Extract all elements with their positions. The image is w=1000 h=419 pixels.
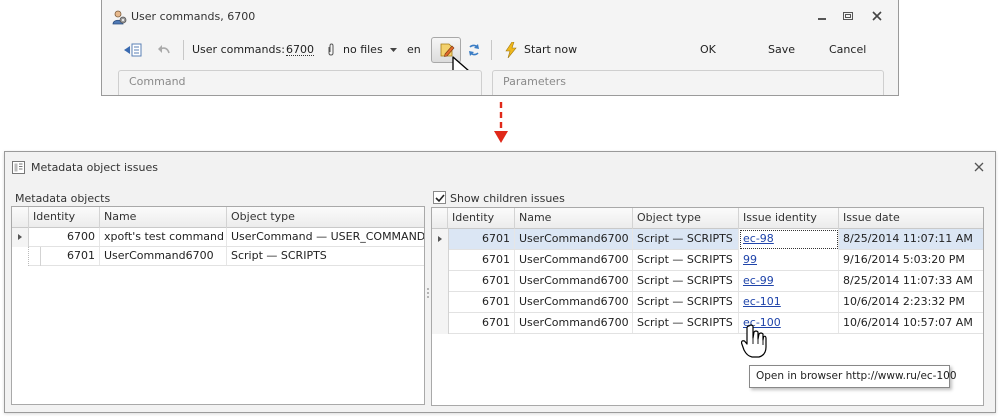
- current-row-icon: [18, 234, 22, 240]
- table-row[interactable]: 6701 UserCommand6700 Script — SCRIPTS ec…: [432, 313, 983, 334]
- show-children-checkbox[interactable]: [433, 191, 446, 204]
- transition-arrow-icon: [494, 102, 508, 143]
- row-indicator: [12, 228, 29, 247]
- issues-window-icon: [12, 161, 25, 174]
- column-header-issue-date[interactable]: Issue date: [839, 208, 959, 229]
- cell-object-type: Script — SCRIPTS: [633, 229, 739, 249]
- issue-link[interactable]: 99: [743, 253, 757, 266]
- cell-identity: 6701: [448, 250, 515, 270]
- parameters-group: Parameters: [492, 70, 884, 95]
- cell-identity: 6701: [448, 313, 515, 333]
- lightning-icon[interactable]: [504, 42, 518, 58]
- cell-issue-identity: ec-98: [739, 229, 839, 250]
- undo-icon[interactable]: [157, 43, 171, 57]
- hand-pointer-icon: [741, 324, 767, 358]
- form-groups: Command Parameters: [118, 70, 884, 95]
- refresh-icon[interactable]: [467, 43, 481, 57]
- cell-issue-date: 10/6/2014 10:57:07 AM: [843, 316, 973, 329]
- maximize-icon[interactable]: [841, 9, 855, 23]
- user-command-icon: [112, 10, 127, 25]
- cell-issue-identity: 99: [739, 250, 839, 270]
- user-commands-label: User commands:: [192, 43, 285, 56]
- language-selector[interactable]: en: [407, 36, 421, 64]
- cell-name: UserCommand6700: [515, 271, 633, 291]
- cell-object-type: Script — SCRIPTS: [633, 292, 739, 312]
- issue-link[interactable]: ec-99: [743, 274, 774, 287]
- cell-name: UserCommand6700: [515, 292, 633, 312]
- cell-name: UserCommand6700: [515, 229, 633, 249]
- column-header-identity[interactable]: Identity: [448, 208, 515, 229]
- table-row[interactable]: 6701 UserCommand6700 Script — SCRIPTS ec…: [432, 271, 983, 292]
- command-id-value[interactable]: 6700: [286, 36, 314, 56]
- cell-object-type: Script — SCRIPTS: [633, 271, 739, 291]
- cell-object-type: Script — SCRIPTS: [633, 313, 739, 333]
- cell-object-type: Script — SCRIPTS: [633, 250, 739, 270]
- cell-object-type: UserCommand — USER_COMMANDS: [231, 230, 425, 243]
- column-header-identity[interactable]: Identity: [29, 207, 100, 228]
- command-group-label: Command: [129, 75, 186, 88]
- column-header-object-type[interactable]: Object type: [227, 207, 424, 228]
- cell-identity: 6701: [448, 271, 515, 291]
- user-commands-window: User commands, 6700 User commands: 6700 …: [101, 0, 899, 96]
- checkmark-icon: [435, 194, 445, 203]
- save-button[interactable]: Save: [768, 36, 795, 64]
- cancel-button[interactable]: Cancel: [829, 36, 866, 64]
- back-to-list-icon[interactable]: [123, 42, 143, 58]
- start-now-button[interactable]: Start now: [524, 36, 577, 64]
- cell-object-type: Script — SCRIPTS: [231, 249, 327, 262]
- link-tooltip: Open in browser http://www.ru/ec-100: [749, 365, 957, 388]
- cell-name: UserCommand6700: [100, 247, 227, 265]
- cell-issue-date: 10/6/2014 2:23:32 PM: [843, 295, 965, 308]
- close-icon[interactable]: [973, 161, 985, 173]
- metadata-objects-grid: Identity Name Object type 6700 xpoft's t…: [11, 206, 425, 405]
- issue-link[interactable]: ec-101: [743, 295, 781, 308]
- grid-header: Identity Name Object type Issue identity…: [432, 208, 983, 229]
- tree-indent: [12, 247, 29, 266]
- parameters-group-label: Parameters: [503, 75, 566, 88]
- toolbar: User commands: 6700 no files en Start no…: [102, 36, 898, 83]
- chevron-down-icon[interactable]: [390, 48, 397, 53]
- cell-issue-date: 8/25/2014 11:07:11 AM: [843, 232, 973, 245]
- column-header-name[interactable]: Name: [515, 208, 633, 229]
- command-group: Command: [118, 70, 482, 95]
- cell-name: UserCommand6700: [515, 250, 633, 270]
- cell-issue-date: 9/16/2014 5:03:20 PM: [843, 253, 965, 266]
- column-header-issue-identity[interactable]: Issue identity: [739, 208, 839, 229]
- cell-identity: 6701: [448, 292, 515, 312]
- show-children-label[interactable]: Show children issues: [450, 192, 565, 205]
- cell-identity: 6700: [29, 228, 100, 246]
- minimize-icon[interactable]: [815, 9, 829, 23]
- window-title: User commands, 6700: [131, 10, 256, 23]
- table-row[interactable]: 6700 xpoft's test command UserCommand — …: [12, 228, 424, 247]
- table-row[interactable]: 6701 UserCommand6700 Script — SCRIPTS 99…: [432, 250, 983, 271]
- title-bar: User commands, 6700: [102, 0, 898, 32]
- issues-title-bar: Metadata object issues: [5, 152, 995, 182]
- issues-window-title: Metadata object issues: [31, 161, 158, 174]
- cell-issue-identity: ec-99: [739, 271, 839, 291]
- attachments-dropdown[interactable]: no files: [343, 36, 383, 64]
- cell-issue-date: 8/25/2014 11:07:33 AM: [843, 274, 973, 287]
- cell-issue-identity: ec-101: [739, 292, 839, 312]
- cell-identity: 6701: [41, 247, 100, 265]
- grid-header: Identity Name Object type: [12, 207, 424, 228]
- cell-name: UserCommand6700: [515, 313, 633, 333]
- table-row[interactable]: 6701 UserCommand6700 Script — SCRIPTS ec…: [432, 229, 983, 250]
- cell-name: xpoft's test command: [100, 228, 227, 246]
- column-header-object-type[interactable]: Object type: [633, 208, 739, 229]
- ok-button[interactable]: OK: [700, 36, 716, 64]
- table-row[interactable]: 6701 UserCommand6700 Script — SCRIPTS ec…: [432, 292, 983, 313]
- table-row[interactable]: 6701 UserCommand6700 Script — SCRIPTS: [12, 247, 424, 266]
- metadata-objects-label: Metadata objects: [15, 192, 111, 205]
- issue-link[interactable]: ec-98: [743, 232, 774, 245]
- cell-identity: 6701: [448, 229, 515, 249]
- current-row-icon: [438, 236, 442, 242]
- row-indicator: [432, 229, 449, 250]
- column-header-name[interactable]: Name: [100, 207, 227, 228]
- paperclip-icon: [328, 43, 334, 56]
- splitter-handle[interactable]: [426, 287, 430, 299]
- close-icon[interactable]: [870, 9, 884, 23]
